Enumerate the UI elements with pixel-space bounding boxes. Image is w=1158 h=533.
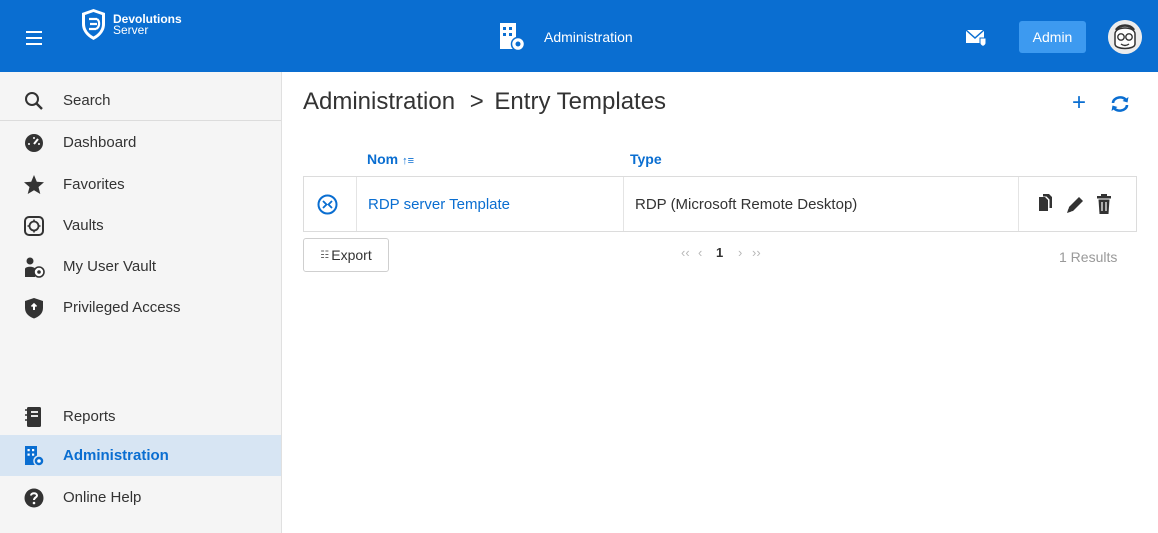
export-button[interactable]: ☷ Export	[303, 238, 389, 272]
sidebar-item-online-help[interactable]: Online Help	[0, 477, 281, 518]
row-divider	[356, 177, 357, 231]
administration-icon	[500, 23, 526, 52]
pagination-first[interactable]: ‹‹	[681, 245, 690, 260]
avatar[interactable]	[1108, 20, 1142, 54]
sort-icon: ↑≡	[402, 155, 415, 167]
admin-button[interactable]: Admin	[1019, 21, 1086, 53]
sidebar-item-administration[interactable]: Administration	[0, 435, 281, 476]
export-label: Export	[331, 247, 372, 263]
reports-icon	[23, 406, 45, 428]
sidebar-item-label: Vaults	[63, 217, 104, 234]
brand-logo[interactable]: Devolutions Server	[80, 8, 182, 41]
refresh-icon[interactable]	[1109, 93, 1131, 115]
pagination-last[interactable]: ››	[752, 245, 761, 260]
message-icon[interactable]	[965, 27, 987, 47]
breadcrumb-parent[interactable]: Administration	[303, 88, 455, 116]
help-icon	[23, 487, 45, 509]
rdp-icon	[317, 194, 338, 215]
sidebar-divider	[0, 120, 281, 121]
sidebar-item-label: Search	[63, 92, 111, 109]
brand-name: Devolutions Server	[113, 13, 182, 37]
add-icon[interactable]: +	[1068, 91, 1090, 115]
list-icon: ☷	[320, 249, 330, 261]
sidebar-item-label: Reports	[63, 408, 116, 425]
sidebar-item-label: Favorites	[63, 176, 125, 193]
template-name-link[interactable]: RDP server Template	[368, 196, 510, 213]
top-bar: Devolutions Server Administration Admin	[0, 0, 1158, 72]
sidebar-item-privileged-access[interactable]: Privileged Access	[0, 287, 281, 328]
sidebar-item-my-user-vault[interactable]: My User Vault	[0, 246, 281, 287]
header-section: Administration	[498, 22, 633, 52]
pagination-current: 1	[716, 245, 724, 260]
sidebar-item-label: Administration	[63, 447, 169, 464]
pagination-next[interactable]: ›	[738, 245, 742, 260]
shield-icon	[23, 297, 45, 319]
table-row[interactable]: RDP server Template RDP (Microsoft Remot…	[303, 176, 1137, 232]
delete-icon[interactable]	[1094, 193, 1114, 215]
menu-icon[interactable]	[26, 31, 42, 45]
sidebar: Search Dashboard Favorites Vaults My Use…	[0, 72, 282, 533]
dashboard-icon	[23, 132, 45, 154]
brand-name-line2: Server	[113, 22, 149, 37]
sidebar-item-vaults[interactable]: Vaults	[0, 205, 281, 246]
page-title: Entry Templates	[494, 88, 667, 115]
column-header-name-label: Nom	[367, 151, 399, 167]
sidebar-item-label: Dashboard	[63, 134, 137, 151]
breadcrumb: Administration > Entry Templates	[303, 88, 666, 116]
breadcrumb-separator: >	[469, 88, 484, 115]
header-title: Administration	[544, 29, 633, 45]
user-vault-icon	[23, 256, 45, 278]
results-count: 1 Results	[1059, 249, 1118, 265]
sidebar-item-dashboard[interactable]: Dashboard	[0, 122, 281, 163]
star-icon	[23, 174, 45, 196]
row-divider	[1018, 177, 1019, 231]
sidebar-item-search[interactable]: Search	[0, 80, 281, 121]
sidebar-item-label: Privileged Access	[63, 299, 181, 316]
sidebar-item-label: Online Help	[63, 489, 142, 506]
row-divider	[623, 177, 624, 231]
template-type: RDP (Microsoft Remote Desktop)	[635, 196, 858, 213]
devolutions-logo-icon	[82, 9, 105, 40]
column-header-name[interactable]: Nom ↑≡	[367, 151, 414, 167]
administration-icon	[23, 445, 45, 467]
sidebar-item-label: My User Vault	[63, 258, 157, 275]
sidebar-item-reports[interactable]: Reports	[0, 396, 281, 437]
edit-icon[interactable]	[1065, 193, 1085, 215]
vault-icon	[23, 215, 45, 237]
copy-icon[interactable]	[1035, 193, 1055, 215]
pagination-prev[interactable]: ‹	[698, 245, 702, 260]
column-header-type[interactable]: Type	[630, 151, 662, 167]
sidebar-item-favorites[interactable]: Favorites	[0, 164, 281, 205]
search-icon	[23, 90, 45, 112]
